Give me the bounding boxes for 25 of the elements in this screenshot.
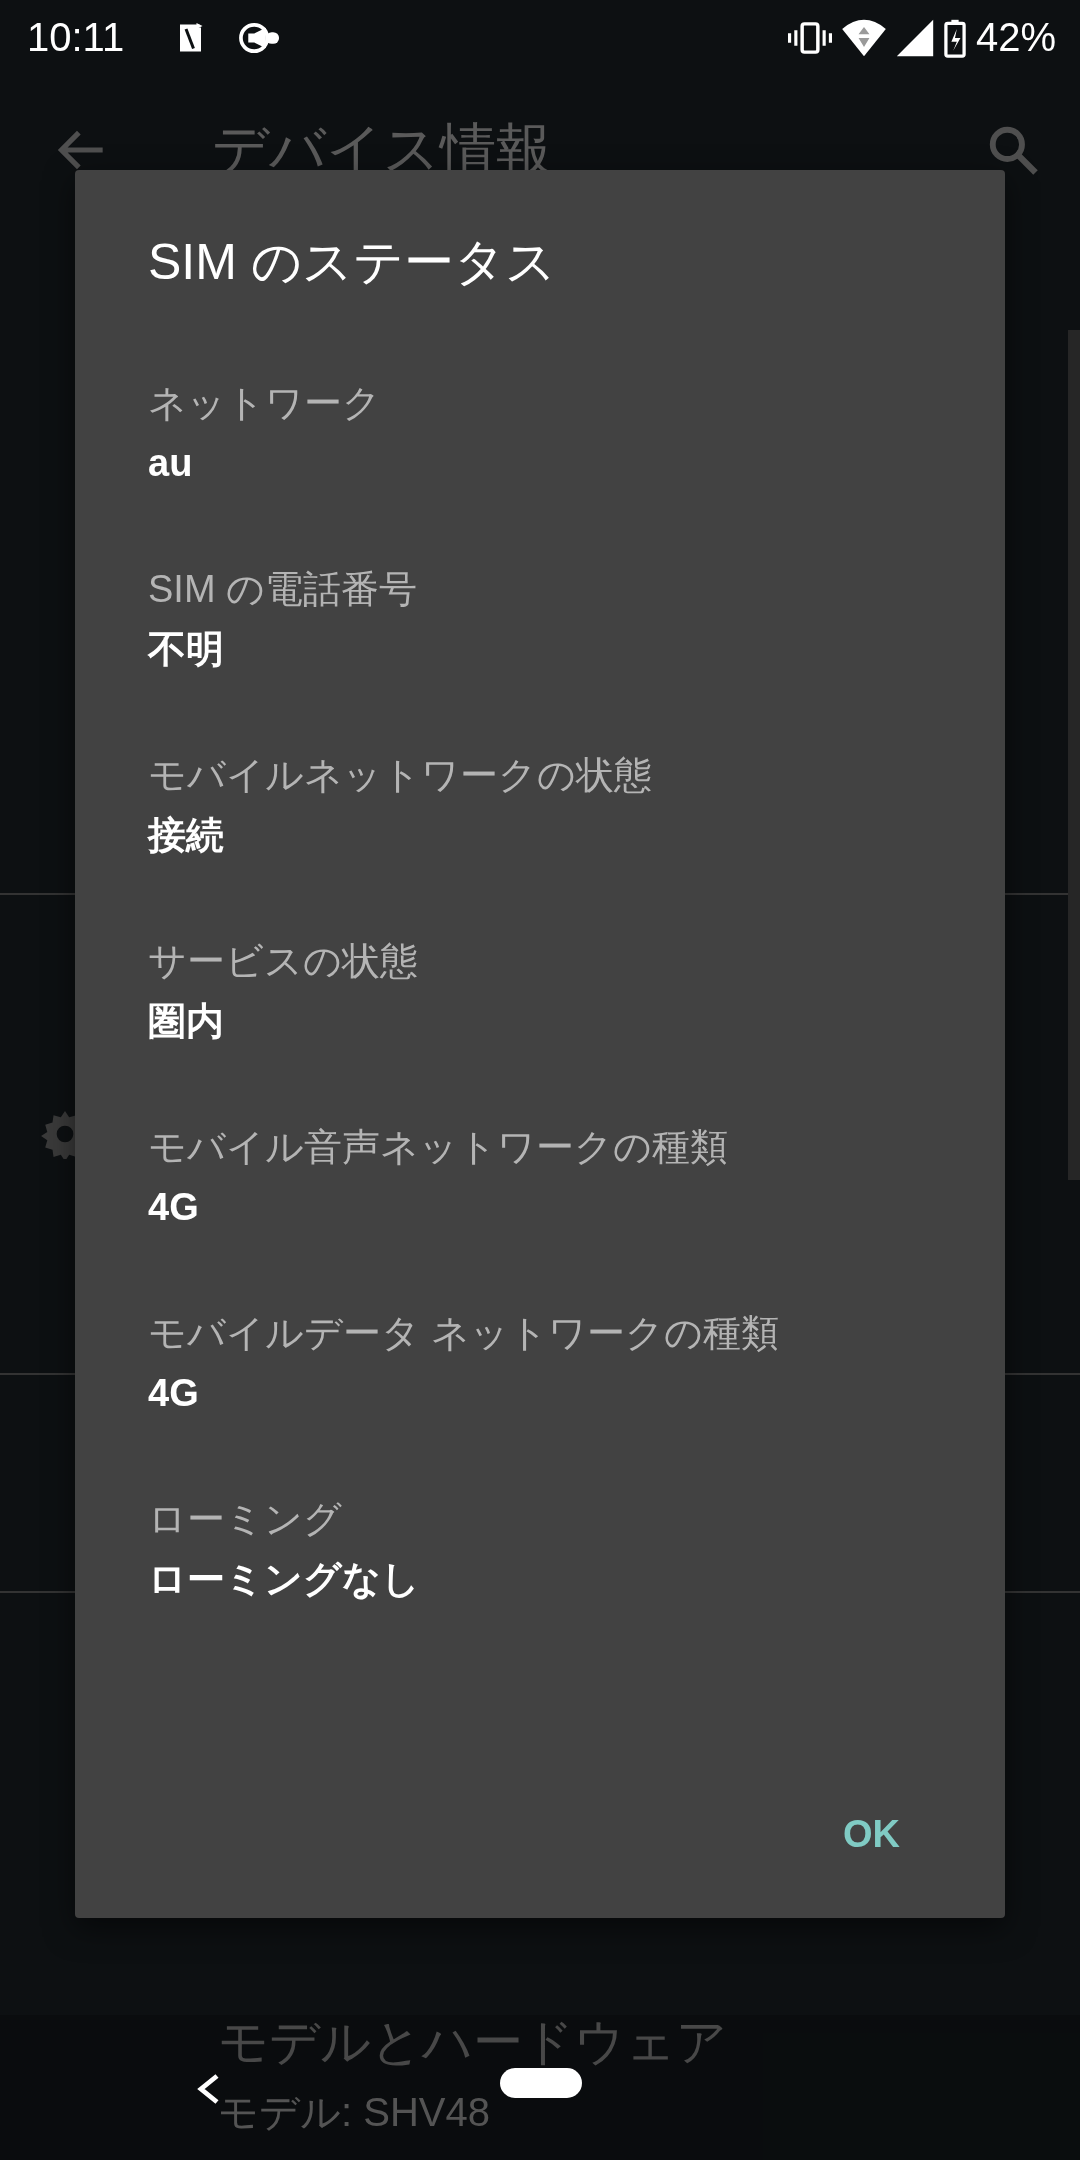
dialog-title: SIM のステータス — [148, 233, 557, 292]
battery-percentage: 42% — [975, 15, 1056, 60]
status-value: ローミングなし — [148, 1557, 421, 1602]
status-label: モバイルネットワークの状態 — [148, 753, 653, 798]
signal-icon — [895, 17, 934, 58]
battery-charging-icon — [943, 17, 966, 58]
status-label: SIM の電話番号 — [148, 567, 419, 612]
status-value: 接続 — [148, 813, 225, 858]
status-label: ネットワーク — [148, 381, 382, 426]
status-value: 4G — [148, 1371, 200, 1416]
status-value: 不明 — [148, 627, 225, 672]
status-label: モバイル音声ネットワークの種類 — [148, 1125, 729, 1170]
status-value: au — [148, 441, 194, 486]
status-value: 4G — [148, 1185, 200, 1230]
ok-button[interactable]: OK — [819, 1798, 924, 1870]
home-handle[interactable] — [500, 2068, 582, 2098]
status-label: サービスの状態 — [148, 939, 419, 984]
list-item-title: モデルとハードウェア — [218, 2013, 728, 2072]
back-icon[interactable] — [195, 2072, 221, 2106]
status-value: 圏内 — [148, 999, 225, 1044]
status-label: ローミング — [148, 1497, 343, 1542]
status-label: モバイルデータ ネットワークの種類 — [148, 1311, 780, 1356]
list-item-summary: モデル: SHV48 — [218, 2089, 491, 2136]
clock: 10:11 — [27, 15, 125, 60]
wifi-icon — [841, 17, 886, 58]
